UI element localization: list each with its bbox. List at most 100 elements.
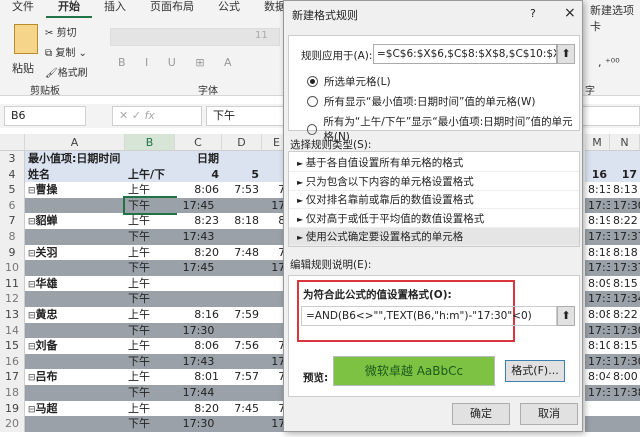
cell-c[interactable]: 17:45 bbox=[175, 260, 222, 276]
cell-m[interactable]: 17:30 bbox=[585, 322, 610, 339]
tab-1[interactable]: 开始 bbox=[46, 0, 92, 18]
row-number[interactable]: 12 bbox=[0, 291, 25, 307]
cell-n[interactable]: 17:30 bbox=[610, 353, 640, 370]
row-number[interactable]: 10 bbox=[0, 260, 25, 276]
cell-n[interactable] bbox=[610, 151, 640, 167]
row-number[interactable]: 11 bbox=[0, 275, 25, 292]
cell-a[interactable] bbox=[25, 197, 125, 214]
collapse-icon[interactable]: ⊟ bbox=[28, 217, 36, 227]
cell-d[interactable]: 5 bbox=[222, 166, 262, 183]
cell-c[interactable]: 17:30 bbox=[175, 416, 222, 432]
row-number[interactable]: 7 bbox=[0, 213, 25, 229]
column-header-B[interactable]: B bbox=[125, 134, 175, 151]
column-header-A[interactable]: A bbox=[25, 134, 125, 151]
cell-m[interactable]: 8:18 bbox=[585, 245, 610, 261]
cell-b[interactable]: 下午 bbox=[125, 353, 175, 370]
cell-c[interactable]: 8:06 bbox=[175, 182, 222, 198]
cell-m[interactable]: 8:10 bbox=[585, 338, 610, 354]
row-number[interactable]: 16 bbox=[0, 353, 25, 370]
tab-0[interactable]: 文件 bbox=[0, 0, 46, 18]
cell-b[interactable]: 下午 bbox=[125, 291, 175, 307]
cell-c[interactable]: 8:20 bbox=[175, 245, 222, 261]
cell-m[interactable] bbox=[585, 151, 610, 167]
cell-n[interactable]: 17:37 bbox=[610, 260, 640, 276]
cell-d[interactable] bbox=[222, 229, 262, 245]
cell-m[interactable]: 17:30 bbox=[585, 353, 610, 370]
cell-b[interactable]: 上午 bbox=[125, 182, 175, 198]
rule-type-item[interactable]: ► 只为包含以下内容的单元格设置格式 bbox=[289, 173, 579, 191]
cut-button[interactable]: ✂ 剪切 bbox=[45, 24, 77, 39]
cell-a[interactable]: ⊟华雄 bbox=[25, 276, 125, 292]
cell-m[interactable]: 17:32 bbox=[585, 291, 610, 307]
cell-d[interactable] bbox=[222, 416, 262, 432]
rule-type-item[interactable]: ► 基于各自值设置所有单元格的格式 bbox=[289, 154, 579, 172]
collapse-icon[interactable]: ⊟ bbox=[28, 280, 36, 290]
cell-n[interactable]: 17 bbox=[610, 166, 640, 183]
cell-a[interactable]: ⊟貂蝉 bbox=[25, 213, 125, 229]
row-number[interactable]: 5 bbox=[0, 182, 25, 198]
cell-m[interactable]: 17:30 bbox=[585, 260, 610, 276]
row-number[interactable]: 3 bbox=[0, 151, 25, 167]
cell-a[interactable]: ⊟曹操 bbox=[25, 182, 125, 198]
cell-b[interactable]: 上午 bbox=[125, 369, 175, 385]
cell-d[interactable]: 8:18 bbox=[222, 213, 262, 229]
cell-m[interactable] bbox=[585, 416, 610, 432]
collapse-icon[interactable]: ⊟ bbox=[28, 373, 36, 383]
collapse-icon[interactable]: ⊟ bbox=[28, 405, 36, 415]
cell-m[interactable]: 8:09 bbox=[585, 276, 610, 292]
cell-a[interactable] bbox=[25, 229, 125, 245]
row-number[interactable]: 14 bbox=[0, 322, 25, 339]
cell-b[interactable]: 下午 bbox=[125, 322, 175, 339]
cell-b[interactable]: 上午 bbox=[125, 213, 175, 229]
row-number[interactable]: 9 bbox=[0, 244, 25, 261]
row-number[interactable]: 4 bbox=[0, 166, 25, 183]
formula-input[interactable]: =AND(B6<>"",TEXT(B6,"h:m")-"17:30"<0) bbox=[301, 306, 557, 326]
rule-type-item[interactable]: ► 仅对高于或低于平均值的数值设置格式 bbox=[289, 210, 579, 228]
cell-a[interactable] bbox=[25, 416, 125, 432]
cell-a[interactable] bbox=[25, 385, 125, 401]
cell-d[interactable] bbox=[222, 322, 262, 339]
tab-new[interactable]: 新建选项卡 bbox=[590, 2, 640, 34]
column-header-M[interactable]: M bbox=[585, 134, 610, 151]
cell-n[interactable]: 8:00 bbox=[610, 369, 640, 385]
tab-4[interactable]: 公式 bbox=[206, 0, 252, 18]
cell-a[interactable]: ⊟马超 bbox=[25, 401, 125, 417]
cell-m[interactable]: 8:19 bbox=[585, 213, 610, 229]
cell-d[interactable] bbox=[222, 260, 262, 276]
name-box[interactable]: B6 bbox=[4, 106, 86, 126]
cell-n[interactable]: 17:37 bbox=[610, 229, 640, 245]
help-button[interactable]: ? bbox=[530, 7, 536, 20]
cell-b[interactable]: 下午 bbox=[125, 260, 175, 276]
close-button[interactable]: × bbox=[564, 5, 576, 21]
radio-option-0[interactable]: 所选单元格(L) bbox=[307, 74, 391, 89]
font-size-select[interactable]: 11 bbox=[255, 30, 268, 41]
collapse-range-button[interactable]: ⬆ bbox=[557, 44, 575, 64]
rule-type-list[interactable]: ► 基于各自值设置所有单元格的格式 ► 只为包含以下内容的单元格设置格式 ► 仅对排… bbox=[288, 151, 580, 247]
cell-d[interactable]: 7:53 bbox=[222, 182, 262, 198]
cell-d[interactable] bbox=[222, 291, 262, 307]
cell-c[interactable] bbox=[175, 291, 222, 307]
applies-input[interactable]: =$C$6:$X$6,$C$8:$X$8,$C$10:$X$10,$ bbox=[373, 44, 557, 64]
paste-button[interactable]: 粘贴 bbox=[12, 60, 34, 76]
cell-b[interactable]: 上午 bbox=[125, 276, 175, 292]
cell-d[interactable]: 7:59 bbox=[222, 307, 262, 323]
cell-n[interactable]: 17:34 bbox=[610, 291, 640, 307]
cell-d[interactable]: 7:45 bbox=[222, 401, 262, 417]
cell-n[interactable]: 8:22 bbox=[610, 307, 640, 323]
cell-c[interactable]: 17:45 bbox=[175, 197, 222, 214]
cell-n[interactable]: 8:13 bbox=[610, 182, 640, 198]
row-number[interactable]: 18 bbox=[0, 385, 25, 401]
row-number[interactable]: 20 bbox=[0, 416, 25, 432]
cell-c[interactable]: 17:43 bbox=[175, 353, 222, 370]
cell-d[interactable] bbox=[222, 385, 262, 401]
cell-c[interactable]: 8:01 bbox=[175, 369, 222, 385]
cell-d[interactable] bbox=[222, 353, 262, 370]
cell-m[interactable]: 8:08 bbox=[585, 307, 610, 323]
cell-b[interactable] bbox=[125, 151, 175, 167]
row-number[interactable]: 6 bbox=[0, 197, 25, 214]
cell-n[interactable]: 8:22 bbox=[610, 213, 640, 229]
cell-b[interactable]: 下午 bbox=[125, 385, 175, 401]
rule-type-item[interactable]: ► 仅对排名靠前或靠后的数值设置格式 bbox=[289, 191, 579, 209]
cell-c[interactable]: 8:20 bbox=[175, 401, 222, 417]
cell-c[interactable] bbox=[175, 276, 222, 292]
